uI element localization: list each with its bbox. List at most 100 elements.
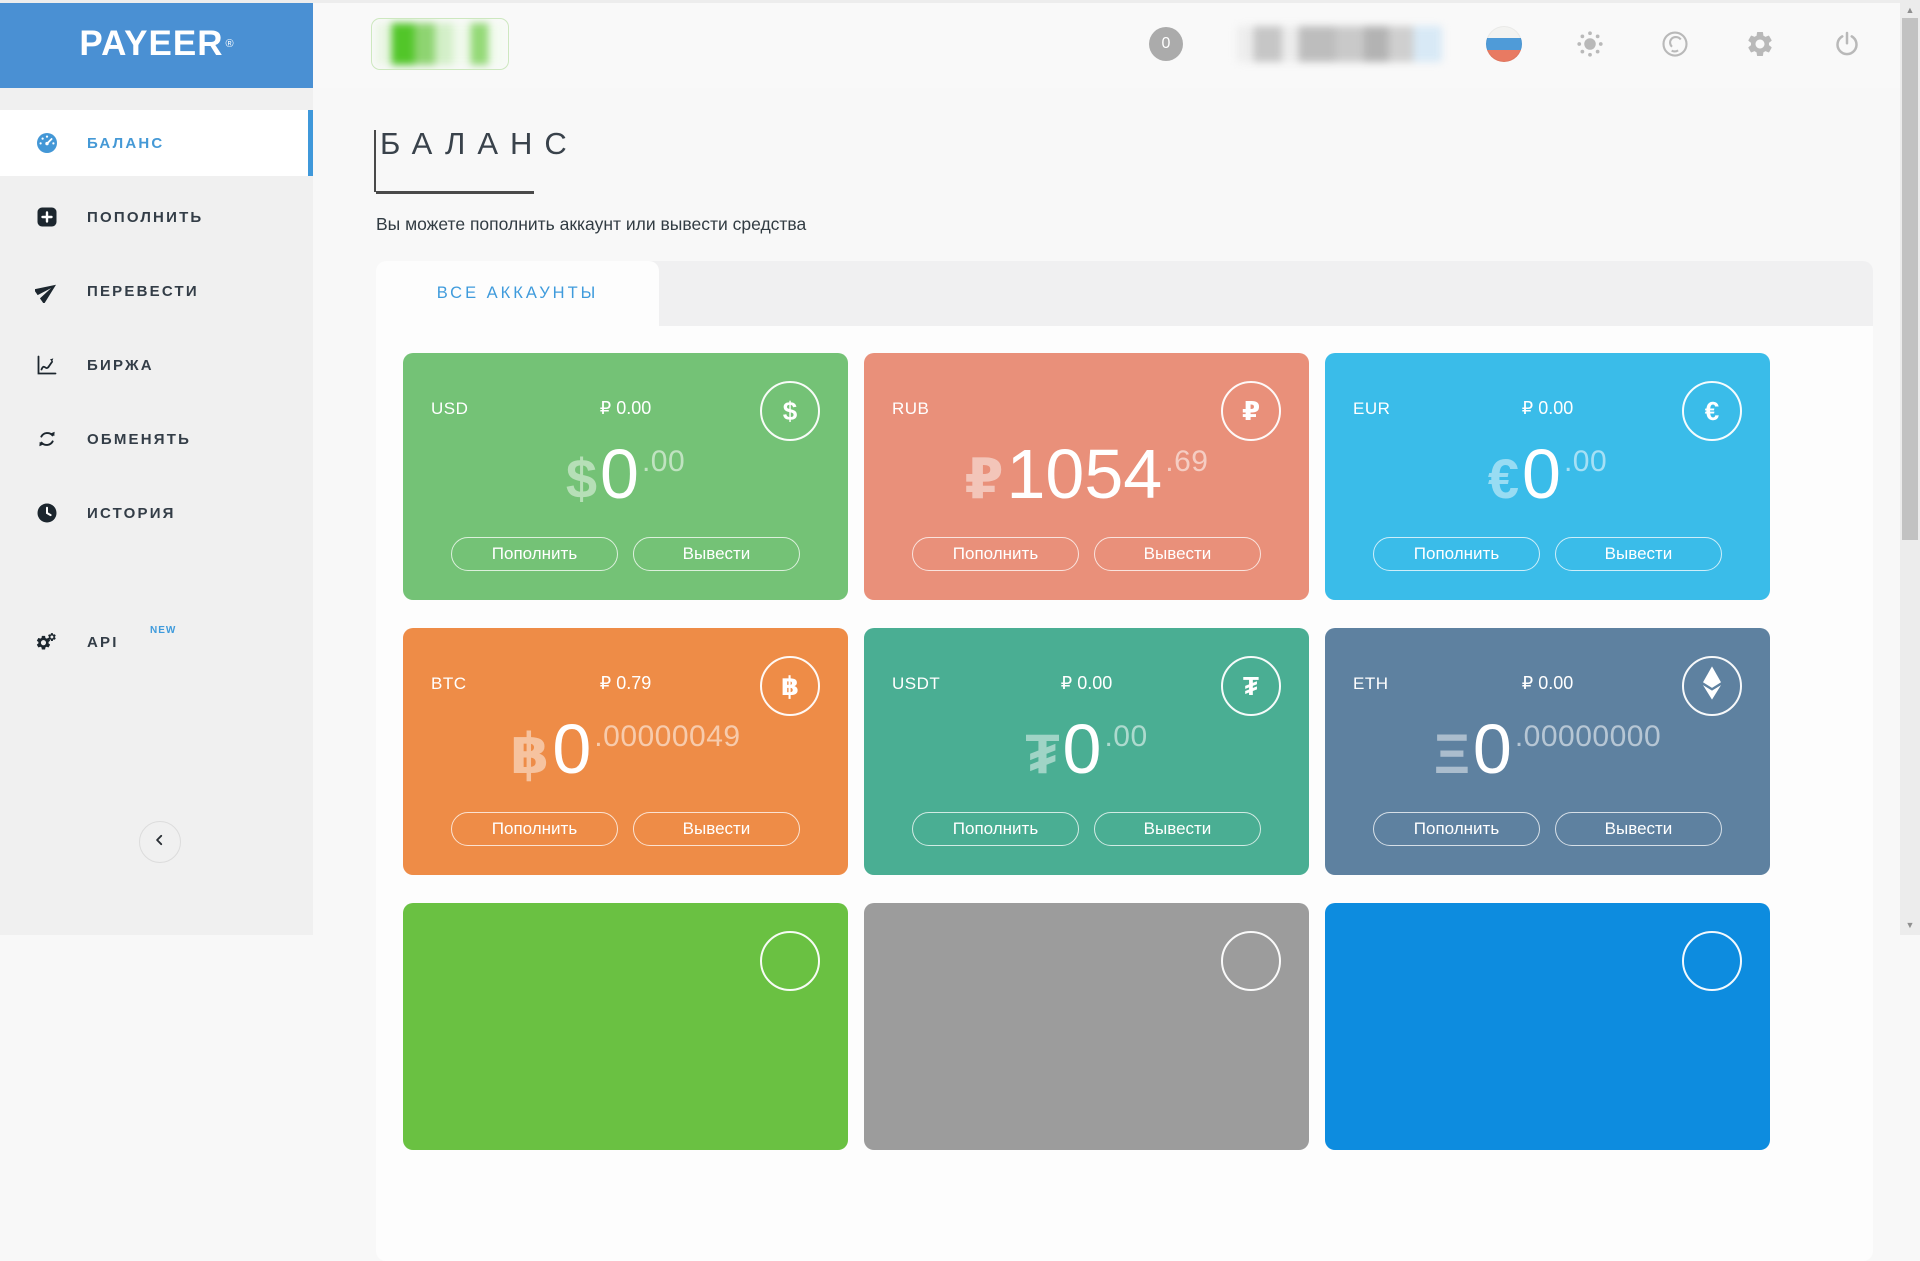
currency-circle-icon [1682,656,1742,716]
account-card-partial [403,903,848,1150]
account-card-usd: USD ₽ 0.00 $ $0.00 Пополнить Вывести [403,353,848,600]
ethereum-icon [1700,665,1724,708]
send-icon [34,278,60,304]
power-icon[interactable] [1831,28,1863,60]
amount-fraction: .00 [1104,720,1148,753]
russian-flag-icon[interactable] [1486,26,1522,62]
amount-whole: 0 [600,435,639,513]
currency-circle-icon: € [1682,381,1742,441]
account-cards-grid: USD ₽ 0.00 $ $0.00 Пополнить Вывести RUB ₽ ₽1054… [403,353,1873,1150]
account-card-eth: ETH ₽ 0.00 Ξ 0.00000000 Пополнить Вывести [1325,628,1770,875]
scrollbar-down-arrow[interactable]: ▼ [1900,917,1920,933]
registered-mark: ® [225,38,234,50]
withdraw-button[interactable]: Вывести [633,812,800,846]
withdraw-button[interactable]: Вывести [1555,537,1722,571]
card-actions: Пополнить Вывести [451,812,800,846]
amount-fraction: .69 [1165,445,1209,478]
page-title: БАЛАНС [380,126,579,161]
sidebar-item-swap[interactable]: ОБМЕНЯТЬ [0,406,313,472]
amount-whole: 1054 [1006,435,1163,513]
scrollbar-up-arrow[interactable]: ▲ [1900,2,1920,18]
brand-name: PAYEER [79,24,224,63]
usdt-symbol-icon: ₮ [1243,670,1259,701]
account-card-usdt: USDT ₽ 0.00 ₮ ₮ 0.00 Пополнить Вывести [864,628,1309,875]
support-icon[interactable] [1659,28,1691,60]
card-actions: Пополнить Вывести [451,537,800,571]
card-actions: Пополнить Вывести [1373,537,1722,571]
amount-whole: 0 [1062,710,1102,788]
tab-all-accounts[interactable]: ВСЕ АККАУНТЫ [376,261,659,326]
sidebar-collapse-button[interactable] [139,821,181,863]
balance-amount: ₮ 0.00 [864,714,1309,784]
tab-label: ВСЕ АККАУНТЫ [436,284,599,302]
sidebar-item-transfer[interactable]: ПЕРЕВЕСТИ [0,258,313,324]
card-actions: Пополнить Вывести [1373,812,1722,846]
payeer-logo[interactable]: PAYEER ® [0,0,313,88]
amount-symbol: Ξ [1433,722,1470,785]
currency-circle-icon: ₽ [1221,381,1281,441]
sidebar-item-balance[interactable]: БАЛАНС [0,110,313,176]
swap-icon [34,426,60,452]
withdraw-button[interactable]: Вывести [633,537,800,571]
notification-badge[interactable]: 0 [1149,27,1183,61]
scrollbar-thumb[interactable] [1902,18,1918,540]
withdraw-button[interactable]: Вывести [1094,537,1261,571]
tabs-bar: ВСЕ АККАУНТЫ [376,261,1873,326]
currency-circle-icon: $ [760,381,820,441]
amount-fraction: .00 [1563,445,1608,478]
account-card-partial [1325,903,1770,1150]
brightness-icon[interactable] [1574,28,1606,60]
balance-amount: $0.00 [403,439,848,509]
deposit-button[interactable]: Пополнить [451,812,618,846]
card-actions: Пополнить Вывести [912,537,1261,571]
accounts-panel: ВСЕ АККАУНТЫ USD ₽ 0.00 $ $0.00 Пополнить Выв… [376,261,1873,1261]
page-subtitle: Вы можете пополнить аккаунт или вывести … [376,214,807,234]
window-top-edge [0,0,1920,3]
account-card-btc: BTC ₽ 0.79 ฿฿ 0.00000049 Пополнить Вывести [403,628,848,875]
balance-amount: ฿ 0.00000049 [403,714,848,784]
deposit-button[interactable]: Пополнить [912,537,1079,571]
sidebar-item-label: БИРЖА [87,356,154,374]
sidebar-item-label: ОБМЕНЯТЬ [87,430,192,448]
deposit-plus-icon [34,204,60,230]
title-underline [376,191,534,194]
amount-fraction: .00 [641,445,686,478]
currency-circle-icon: ₮ [1221,656,1281,716]
currency-circle-icon [760,931,820,991]
account-id-censored[interactable] [1237,26,1442,62]
sidebar-item-label: ПОПОЛНИТЬ [87,208,204,226]
withdraw-button[interactable]: Вывести [1555,812,1722,846]
amount-fraction: .00000000 [1514,720,1662,753]
api-gears-icon [34,629,60,655]
vertical-scrollbar: ▲ ▼ [1900,0,1920,935]
sidebar-item-label: ИСТОРИЯ [87,504,176,522]
sidebar-item-exchange[interactable]: БИРЖА [0,332,313,398]
censored-balance-widget [371,18,509,70]
rub-symbol-icon: ₽ [1241,395,1261,426]
sidebar-item-label: ПЕРЕВЕСТИ [87,282,199,300]
account-card-rub: RUB ₽ ₽1054.69 Пополнить Вывести [864,353,1309,600]
sidebar-item-api[interactable]: API NEW [0,609,313,675]
currency-circle-icon [1221,931,1281,991]
settings-gear-icon[interactable] [1744,28,1776,60]
deposit-button[interactable]: Пополнить [1373,537,1540,571]
amount-symbol: € [1487,447,1519,510]
amount-whole: 0 [552,710,592,788]
deposit-button[interactable]: Пополнить [1373,812,1540,846]
gauge-icon [34,130,60,156]
usd-symbol-icon: $ [782,395,798,426]
balance-amount: ₽1054.69 [864,439,1309,509]
sidebar-item-deposit[interactable]: ПОПОЛНИТЬ [0,184,313,250]
deposit-button[interactable]: Пополнить [451,537,618,571]
sidebar-item-label: БАЛАНС [87,134,165,152]
deposit-button[interactable]: Пополнить [912,812,1079,846]
sidebar-item-history[interactable]: ИСТОРИЯ [0,480,313,546]
account-card-eur: EUR ₽ 0.00 € €0.00 Пополнить Вывести [1325,353,1770,600]
withdraw-button[interactable]: Вывести [1094,812,1261,846]
notification-count: 0 [1161,35,1171,52]
exchange-chart-icon [34,352,60,378]
chevron-left-icon [150,830,170,855]
topbar: 0 [313,0,1920,88]
btc-symbol-icon: ฿ [780,670,800,701]
currency-circle-icon: ฿ [760,656,820,716]
